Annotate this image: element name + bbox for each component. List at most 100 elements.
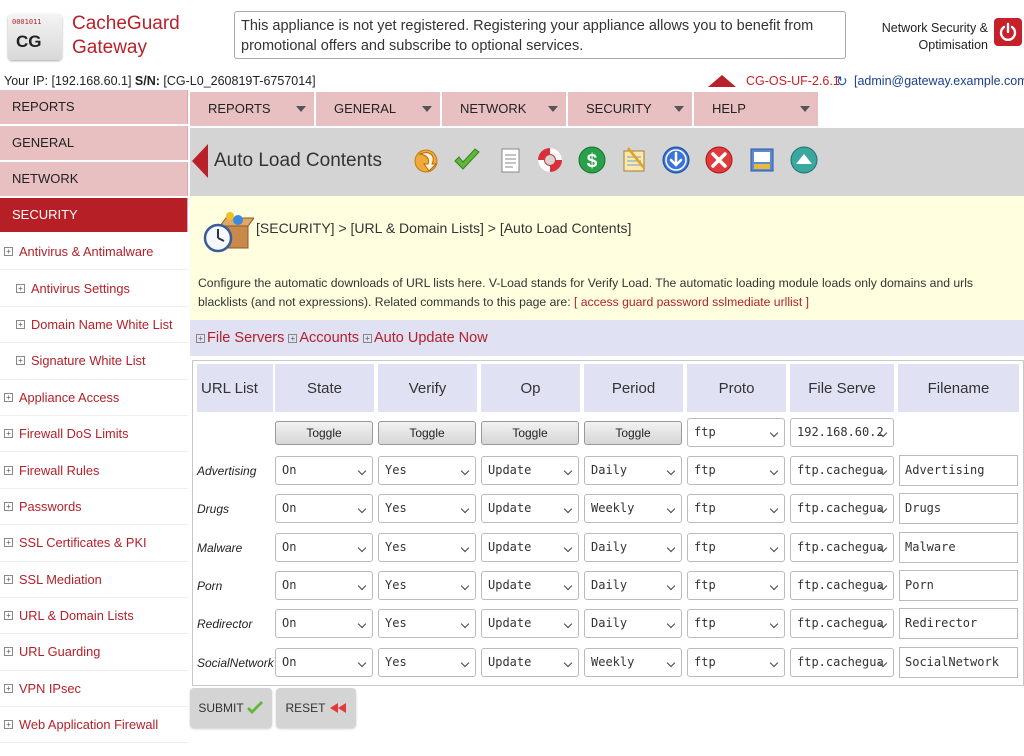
socialnetwork-server-select[interactable]: ftp.cachegua xyxy=(790,648,894,677)
malware-filename-input[interactable]: Malware xyxy=(899,532,1018,563)
drugs-op-select[interactable]: Update xyxy=(481,494,579,523)
drugs-period-select[interactable]: Weekly xyxy=(584,494,682,523)
redirector-state-select[interactable]: On xyxy=(275,609,373,638)
toggle-verify-button[interactable]: Toggle xyxy=(378,421,476,445)
toggle-period-button[interactable]: Toggle xyxy=(584,421,682,445)
version-info[interactable]: CG-OS-UF-2.6.1 xyxy=(708,72,840,90)
socialnetwork-verify-select[interactable]: Yes xyxy=(378,648,476,677)
socialnetwork-period-select[interactable]: Weekly xyxy=(584,648,682,677)
download-icon[interactable] xyxy=(660,144,692,176)
redirector-op-select[interactable]: Update xyxy=(481,609,579,638)
archive-icon[interactable] xyxy=(746,144,778,176)
refresh-icon[interactable]: ↻ xyxy=(836,72,848,90)
topnav-network[interactable]: NETWORK xyxy=(442,92,566,126)
sidebar-item-signature-white-list[interactable]: + Signature White List xyxy=(0,343,188,380)
toggle-op-button[interactable]: Toggle xyxy=(481,421,579,445)
topnav-security[interactable]: SECURITY xyxy=(568,92,692,126)
socialnetwork-state-select[interactable]: On xyxy=(275,648,373,677)
related-commands-link[interactable]: access guard password sslmediate urllist xyxy=(581,295,803,309)
porn-filename-input[interactable]: Porn xyxy=(899,570,1018,601)
drugs-filename-input[interactable]: Drugs xyxy=(899,493,1018,524)
sidebar-item-firewall-rules[interactable]: + Firewall Rules xyxy=(0,452,188,489)
chevron-down-icon xyxy=(769,658,779,668)
sidebar-item-url-guarding[interactable]: + URL Guarding xyxy=(0,634,188,671)
advertising-verify-select[interactable]: Yes xyxy=(378,456,476,485)
sidebar-item-firewall-dos-limits[interactable]: + Firewall DoS Limits xyxy=(0,416,188,453)
socialnetwork-proto-select[interactable]: ftp xyxy=(687,648,785,677)
redirector-period-select[interactable]: Daily xyxy=(584,609,682,638)
sidebar-item-vpn-ipsec[interactable]: + VPN IPsec xyxy=(0,671,188,708)
sidebar-item-antivirus-settings[interactable]: + Antivirus Settings xyxy=(0,270,188,307)
all-proto-select[interactable]: ftp xyxy=(687,418,785,447)
sidebar-main-general[interactable]: GENERAL xyxy=(0,126,188,160)
malware-op-select[interactable]: Update xyxy=(481,533,579,562)
drugs-proto-select[interactable]: ftp xyxy=(687,494,785,523)
sidebar-item-domain-name-white-list[interactable]: + Domain Name White List xyxy=(0,307,188,344)
help-lifebuoy-icon[interactable] xyxy=(534,144,566,176)
advertising-op-select[interactable]: Update xyxy=(481,456,579,485)
drugs-verify-select[interactable]: Yes xyxy=(378,494,476,523)
license-dollar-icon[interactable]: $ xyxy=(576,144,608,176)
submit-button[interactable]: SUBMIT xyxy=(190,688,272,728)
malware-proto-select[interactable]: ftp xyxy=(687,533,785,562)
sidebar-item-ssl-mediation[interactable]: + SSL Mediation xyxy=(0,562,188,598)
breadcrumb-security[interactable]: [SECURITY] xyxy=(256,220,335,236)
link-accounts[interactable]: + Accounts xyxy=(288,330,359,346)
back-arrow-icon[interactable] xyxy=(192,144,208,178)
all-file-server-select[interactable]: 192.168.60.2 xyxy=(790,418,894,447)
expand-icon: + xyxy=(16,283,25,293)
socialnetwork-filename-input[interactable]: SocialNetwork xyxy=(899,647,1018,678)
upload-cloud-icon[interactable] xyxy=(788,144,820,176)
cancel-icon[interactable] xyxy=(703,144,735,176)
porn-verify-select[interactable]: Yes xyxy=(378,571,476,600)
advertising-state-select[interactable]: On xyxy=(275,456,373,485)
link-auto-update-now[interactable]: + Auto Update Now xyxy=(363,330,488,346)
malware-verify-select[interactable]: Yes xyxy=(378,533,476,562)
topnav-label: GENERAL xyxy=(334,101,397,116)
sidebar-item-url-domain-lists[interactable]: + URL & Domain Lists xyxy=(0,598,188,635)
apply-checkmark-icon[interactable] xyxy=(451,144,483,176)
porn-op-select[interactable]: Update xyxy=(481,571,579,600)
socialnetwork-op-select[interactable]: Update xyxy=(481,648,579,677)
topnav-general[interactable]: GENERAL xyxy=(316,92,440,126)
advertising-period-select[interactable]: Daily xyxy=(584,456,682,485)
sidebar-item-antivirus-antimalware[interactable]: + Antivirus & Antimalware xyxy=(0,234,188,271)
topnav-help[interactable]: HELP xyxy=(694,92,818,126)
advertising-server-select[interactable]: ftp.cachegua xyxy=(790,456,894,485)
cacheguard-logo[interactable]: 0001011 CG xyxy=(6,8,66,64)
redirector-verify-select[interactable]: Yes xyxy=(378,609,476,638)
chevron-down-icon xyxy=(666,581,676,591)
sidebar-main-reports[interactable]: REPORTS xyxy=(0,90,188,124)
sidebar-main-security[interactable]: SECURITY xyxy=(0,198,188,232)
malware-server-select[interactable]: ftp.cachegua xyxy=(790,533,894,562)
advertising-proto-select[interactable]: ftp xyxy=(687,456,785,485)
notes-icon[interactable] xyxy=(618,144,650,176)
porn-state-select[interactable]: On xyxy=(275,571,373,600)
reset-button[interactable]: RESET xyxy=(276,688,356,728)
user-account[interactable]: [admin@gateway.example.com] xyxy=(854,72,1024,90)
topnav-reports[interactable]: REPORTS xyxy=(190,92,314,126)
breadcrumb-url-domain-lists[interactable]: [URL & Domain Lists] xyxy=(351,220,484,236)
advertising-filename-input[interactable]: Advertising xyxy=(899,455,1018,486)
redirector-filename-input[interactable]: Redirector xyxy=(899,608,1018,639)
registration-notice[interactable]: This appliance is not yet registered. Re… xyxy=(234,11,846,59)
sidebar-item-ssl-certificates-pki[interactable]: + SSL Certificates & PKI xyxy=(0,525,188,562)
toggle-state-button[interactable]: Toggle xyxy=(275,421,373,445)
porn-server-select[interactable]: ftp.cachegua xyxy=(790,571,894,600)
drugs-state-select[interactable]: On xyxy=(275,494,373,523)
sidebar-main-network[interactable]: NETWORK xyxy=(0,162,188,196)
import-icon[interactable] xyxy=(410,144,442,176)
malware-period-select[interactable]: Daily xyxy=(584,533,682,562)
porn-period-select[interactable]: Daily xyxy=(584,571,682,600)
sidebar-item-web-application-firewall[interactable]: + Web Application Firewall xyxy=(0,707,188,744)
redirector-proto-select[interactable]: ftp xyxy=(687,609,785,638)
document-icon[interactable] xyxy=(494,144,526,176)
porn-proto-select[interactable]: ftp xyxy=(687,571,785,600)
sidebar-item-passwords[interactable]: + Passwords xyxy=(0,489,188,526)
power-icon[interactable] xyxy=(994,18,1022,46)
link-file-servers[interactable]: + File Servers xyxy=(196,330,284,346)
sidebar-item-appliance-access[interactable]: + Appliance Access xyxy=(0,380,188,416)
malware-state-select[interactable]: On xyxy=(275,533,373,562)
redirector-server-select[interactable]: ftp.cachegua xyxy=(790,609,894,638)
drugs-server-select[interactable]: ftp.cachegua xyxy=(790,494,894,523)
